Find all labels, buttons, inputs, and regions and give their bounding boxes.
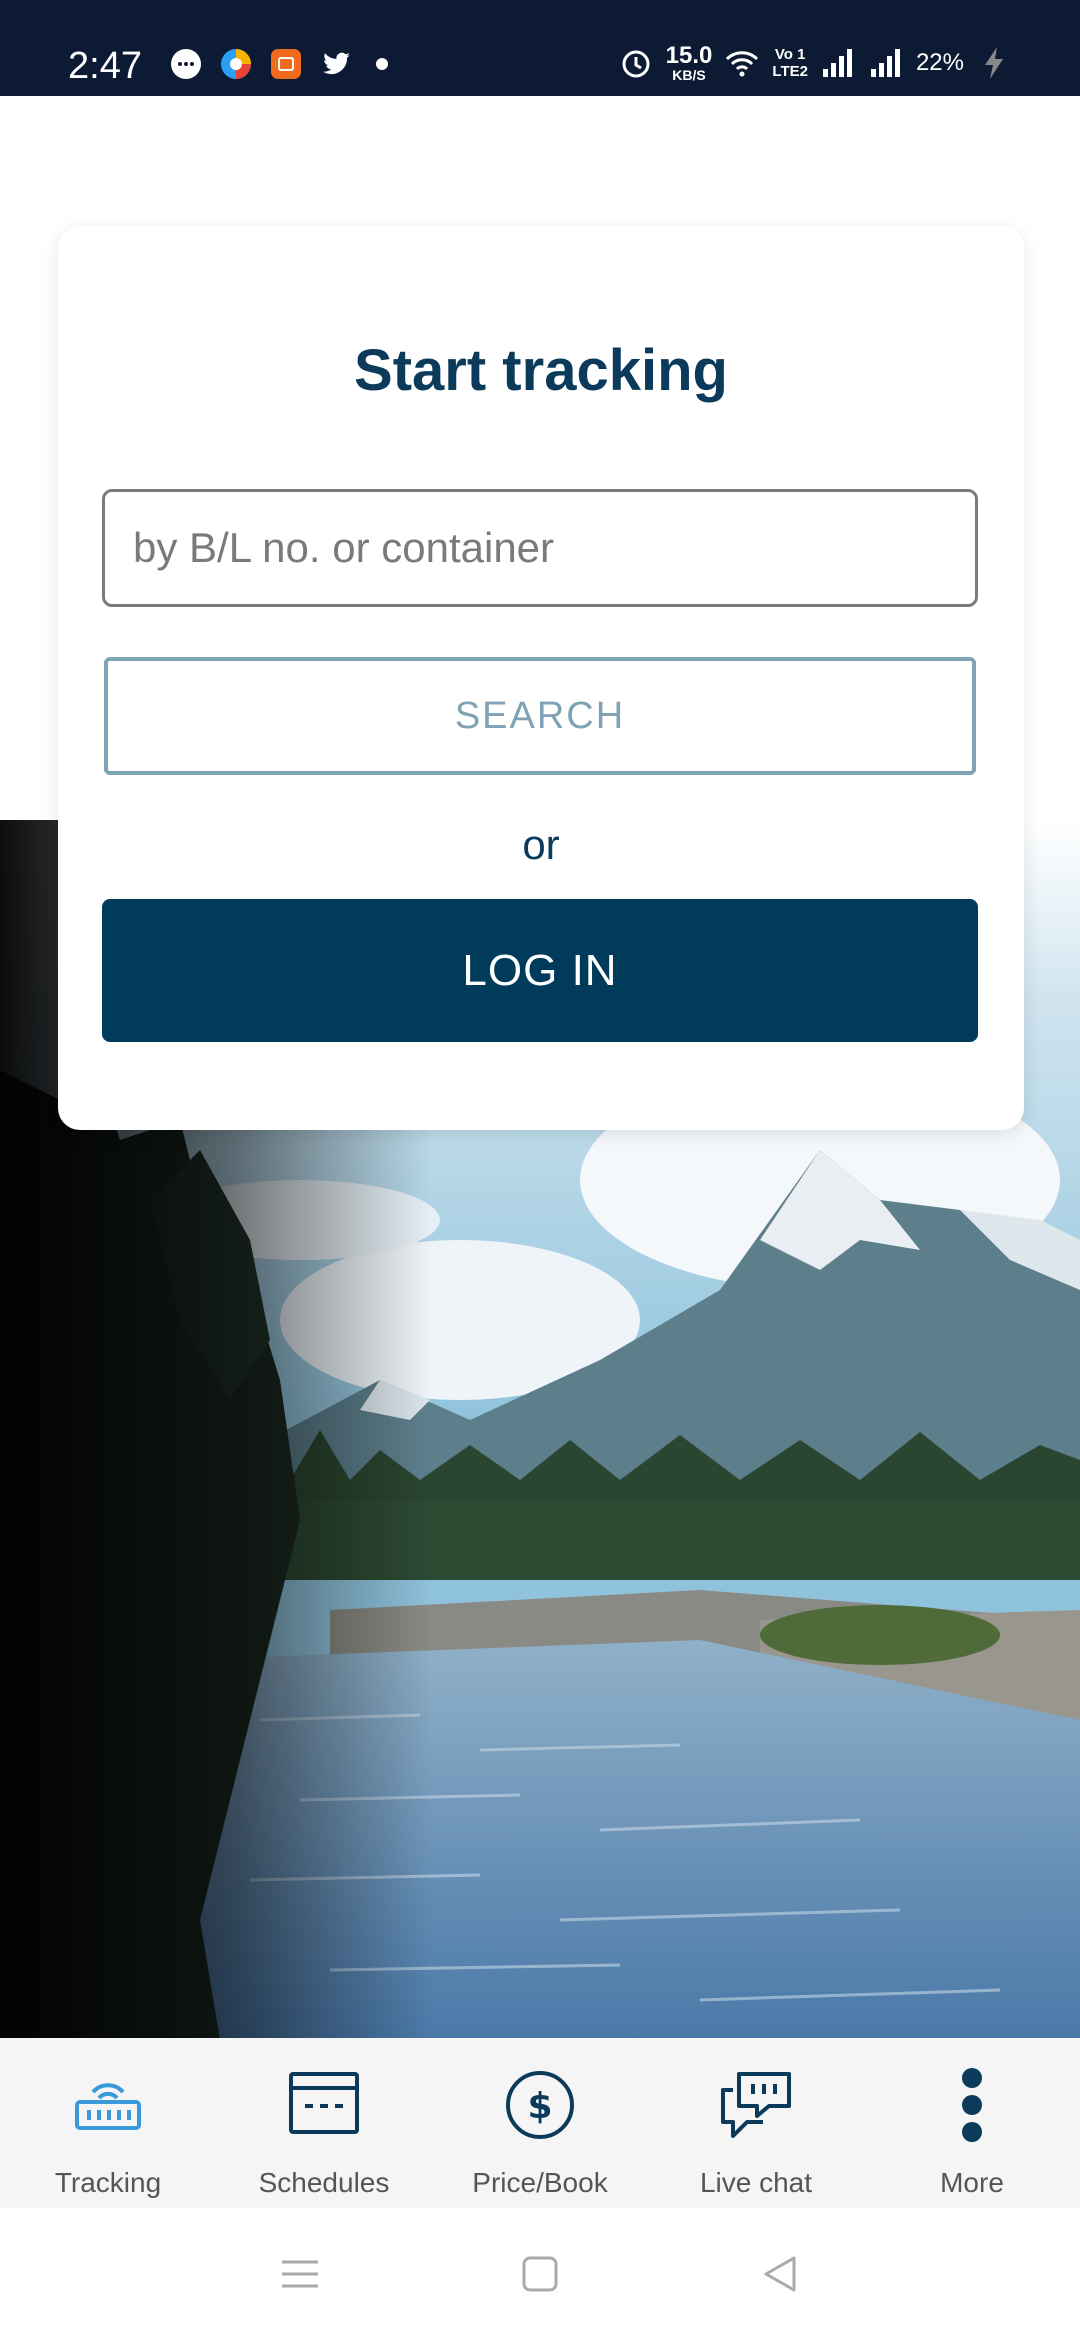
charging-icon	[985, 47, 1003, 79]
menu-icon[interactable]	[280, 2254, 320, 2294]
nav-label-tracking: Tracking	[54, 2167, 162, 2198]
nav-item-price-book[interactable]: $ Price/Book	[432, 2038, 648, 2208]
nav-item-tracking[interactable]: Tracking	[0, 2038, 216, 2208]
search-button[interactable]: SEARCH	[104, 657, 976, 775]
alarm-icon	[622, 50, 650, 78]
svg-text:$: $	[527, 2086, 552, 2127]
network-speed: 15.0 KB/S	[665, 42, 713, 83]
app-icon	[271, 49, 301, 79]
system-status-icons: 15.0 KB/S Vo 1 LTE2 22%	[618, 44, 1012, 82]
status-time: 2:47	[68, 45, 142, 87]
status-bar: 2:47 15.0 KB/S Vo 1 LTE2 22%	[0, 0, 1080, 96]
tracking-number-input[interactable]	[102, 489, 978, 607]
nav-item-schedules[interactable]: Schedules	[216, 2038, 432, 2208]
chat-icon	[721, 2072, 791, 2138]
nav-item-live-chat[interactable]: Live chat	[648, 2038, 864, 2208]
notification-icons	[168, 46, 388, 82]
wifi-icon	[726, 51, 759, 77]
system-navigation-bar	[0, 2208, 1080, 2340]
login-button[interactable]: LOG IN	[102, 899, 978, 1042]
signal-2-icon	[870, 49, 900, 77]
card-title: Start tracking	[354, 338, 728, 403]
browser-icon	[221, 49, 251, 79]
nav-item-more[interactable]: More	[864, 2038, 1080, 2208]
or-separator: or	[522, 821, 560, 868]
volte-indicator: Vo 1 LTE2	[772, 46, 808, 80]
back-icon[interactable]	[760, 2254, 800, 2294]
more-notifications-dot	[376, 58, 388, 70]
twitter-icon	[323, 52, 350, 75]
tracking-icon	[75, 2083, 141, 2130]
signal-1-icon	[822, 49, 852, 77]
bottom-navigation: Tracking Schedules $ Price/Book Live cha…	[0, 2038, 1080, 2208]
chat-bubble-icon	[171, 49, 201, 79]
home-icon[interactable]	[520, 2254, 560, 2294]
nav-label-more: More	[940, 2167, 1004, 2198]
more-icon	[962, 2068, 982, 2142]
nav-label-live-chat: Live chat	[699, 2167, 813, 2198]
schedules-icon	[289, 2072, 359, 2134]
price-icon: $	[506, 2071, 574, 2139]
tracking-card: Start tracking SEARCH or LOG IN	[58, 226, 1024, 1130]
nav-label-schedules: Schedules	[258, 2167, 390, 2198]
battery-percent: 22%	[915, 49, 964, 76]
nav-label-price-book: Price/Book	[472, 2167, 608, 2198]
